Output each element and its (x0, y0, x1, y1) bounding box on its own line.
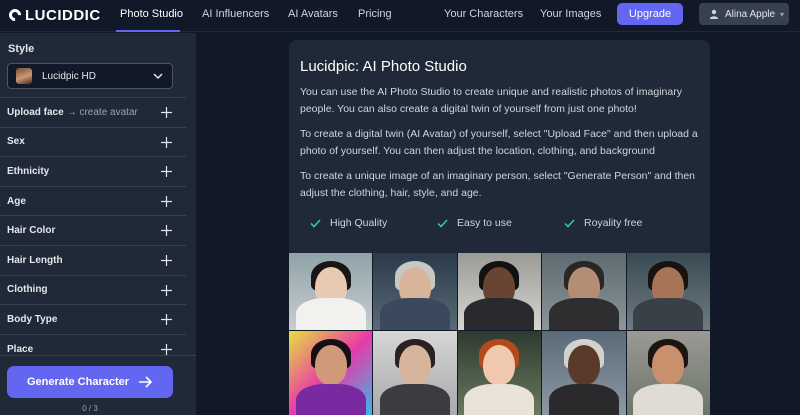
intro-card: Lucidpic: AI Photo Studio You can use th… (289, 40, 710, 415)
option-clothing[interactable]: Clothing (0, 274, 186, 305)
plus-icon (161, 284, 172, 296)
example-photo[interactable] (373, 331, 457, 415)
plus-icon (161, 166, 172, 178)
feature-high-quality: High Quality (310, 217, 387, 229)
example-photo[interactable] (626, 331, 710, 415)
top-nav: LUCIDDIC Photo Studio AI Influencers AI … (0, 0, 800, 32)
option-body-type[interactable]: Body Type (0, 304, 186, 334)
check-icon (310, 218, 321, 228)
plus-icon (161, 195, 172, 207)
option-age[interactable]: Age (0, 185, 186, 216)
option-label: Hair Length (7, 254, 63, 266)
user-menu-button[interactable]: Alina Apple ▾ (699, 3, 789, 25)
feature-list: High Quality Easy to use Royality free (310, 217, 710, 233)
option-label: Place (7, 343, 34, 355)
option-sublabel: → create avatar (66, 106, 138, 118)
check-icon (437, 218, 448, 228)
brand-logo[interactable]: LUCIDDIC (6, 6, 101, 24)
example-photo[interactable] (457, 253, 542, 330)
example-photo[interactable] (289, 331, 373, 415)
active-tab-indicator (116, 30, 180, 32)
logo-icon (6, 6, 24, 24)
imaginary-person-paragraph: To create a unique image of an imaginary… (300, 170, 696, 199)
option-label: Upload face (7, 106, 64, 118)
option-upload-face[interactable]: Upload face → create avatar (0, 97, 186, 127)
nav-link-your-characters[interactable]: Your Characters (444, 8, 523, 20)
option-list: Upload face → create avatar Sex Ethnicit… (0, 97, 186, 363)
chevron-down-icon (153, 73, 163, 80)
example-photo[interactable] (542, 331, 626, 415)
plus-icon (161, 136, 172, 148)
intro-paragraph: You can use the AI Photo Studio to creat… (300, 86, 682, 115)
brand-name: LUCIDDIC (25, 6, 101, 24)
generate-character-button[interactable]: Generate Character (7, 366, 173, 398)
example-photo[interactable] (373, 253, 457, 330)
option-hair-color[interactable]: Hair Color (0, 215, 186, 245)
plus-icon (161, 254, 172, 266)
nav-link-your-images[interactable]: Your Images (540, 8, 601, 20)
chevron-down-icon: ▾ (780, 9, 785, 19)
style-label: Style (8, 43, 35, 55)
plus-icon (161, 343, 172, 355)
option-label: Ethnicity (7, 165, 50, 177)
example-photo[interactable] (626, 253, 710, 330)
sidebar: Style Lucidpic HD Upload face → create a… (0, 33, 196, 415)
example-photo-grid (289, 253, 710, 415)
nav-link-pricing[interactable]: Pricing (358, 8, 392, 20)
plus-icon (161, 107, 172, 118)
option-label: Clothing (7, 284, 48, 296)
option-label: Body Type (7, 313, 58, 325)
option-sex[interactable]: Sex (0, 126, 186, 157)
arrow-right-icon (139, 376, 153, 388)
example-photo[interactable] (289, 253, 373, 330)
feature-royalty-free: Royality free (564, 217, 642, 229)
nav-link-ai-avatars[interactable]: AI Avatars (288, 8, 338, 20)
user-name: Alina Apple (725, 8, 776, 20)
style-thumbnail (16, 68, 32, 84)
user-icon (709, 9, 719, 19)
option-ethnicity[interactable]: Ethnicity (0, 156, 186, 186)
option-label: Hair Color (7, 225, 56, 237)
nav-link-photo-studio[interactable]: Photo Studio (120, 8, 183, 20)
example-photo[interactable] (457, 331, 542, 415)
page-title: Lucidpic: AI Photo Studio (300, 58, 467, 75)
digital-twin-paragraph: To create a digital twin (AI Avatar) of … (300, 128, 698, 157)
feature-label: Royality free (584, 217, 643, 229)
example-photo[interactable] (542, 253, 626, 330)
option-label: Age (7, 195, 26, 207)
feature-easy-to-use: Easy to use (437, 217, 512, 229)
feature-label: High Quality (330, 217, 388, 229)
check-icon (564, 218, 575, 228)
plus-icon (161, 314, 172, 326)
sidebar-footer: Generate Character 0 / 3 (0, 355, 196, 415)
style-select-value: Lucidpic HD (42, 70, 96, 82)
option-label: Sex (7, 136, 25, 148)
nav-link-ai-influencers[interactable]: AI Influencers (202, 8, 269, 20)
option-hair-length[interactable]: Hair Length (0, 244, 186, 275)
feature-label: Easy to use (457, 217, 512, 229)
generate-button-label: Generate Character (26, 376, 130, 388)
style-select[interactable]: Lucidpic HD (7, 63, 173, 89)
upgrade-button[interactable]: Upgrade (617, 3, 683, 25)
plus-icon (161, 225, 172, 237)
generation-counter: 0 / 3 (82, 404, 98, 413)
